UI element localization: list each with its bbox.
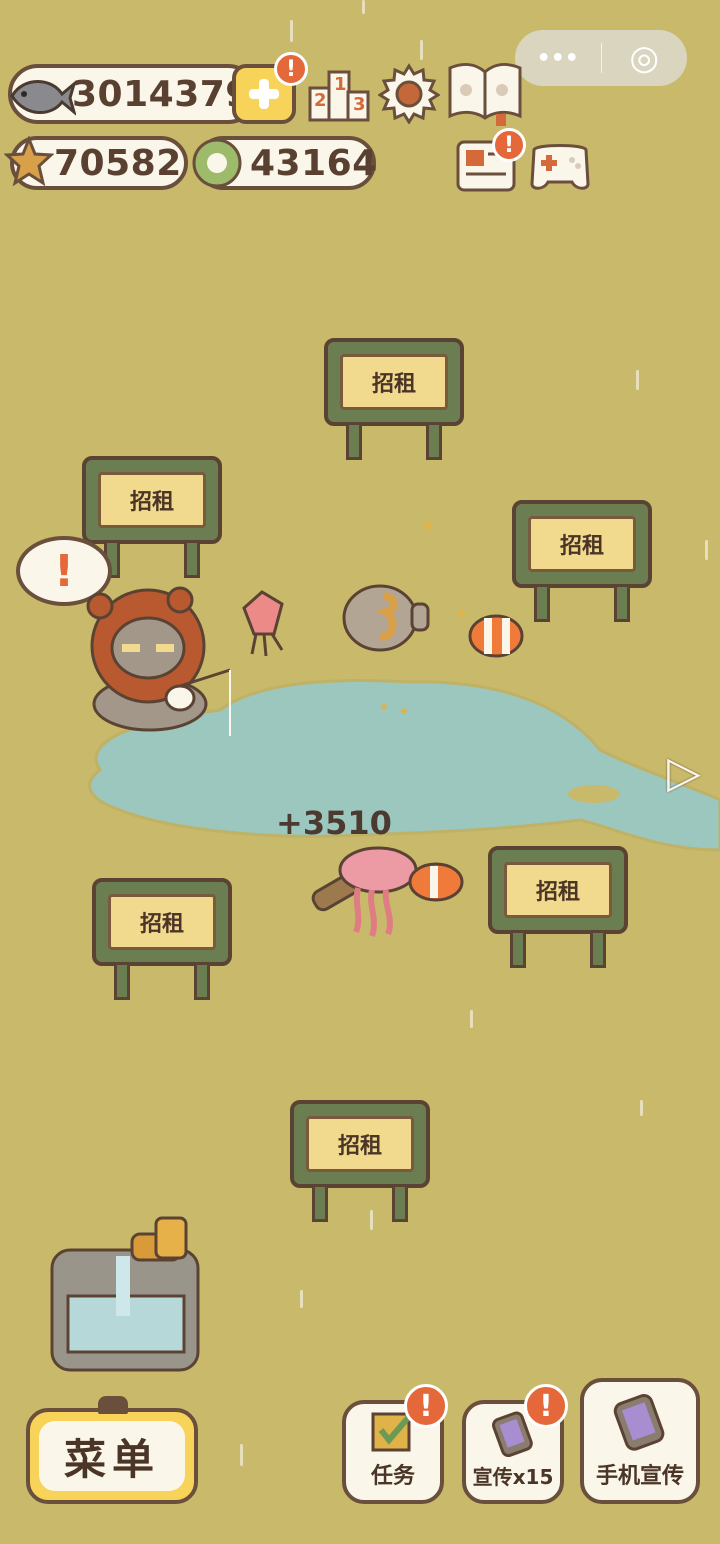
- sign-label: 招租: [98, 472, 206, 528]
- promote-alert-badge: !: [524, 1384, 568, 1428]
- sign-label: 招租: [108, 894, 216, 950]
- sign-leg: [614, 584, 630, 622]
- phone-promote-label: 手机宣传: [595, 1464, 684, 1489]
- rent-sign-1[interactable]: 招租: [324, 338, 464, 468]
- rent-sign-5[interactable]: 招租: [488, 846, 628, 976]
- phone-promo-icon: [613, 1394, 665, 1451]
- sign-leg: [590, 930, 606, 968]
- sign-leg: [346, 422, 362, 460]
- sparkle-icon: ✦: [454, 604, 470, 625]
- miniprogram-capsule: ••• ◎: [515, 30, 687, 86]
- jellyfish-catch: [311, 846, 464, 937]
- menu-button[interactable]: 菜单: [26, 1408, 198, 1504]
- rent-sign-4[interactable]: 招租: [92, 878, 232, 1008]
- plus-icon: [249, 79, 279, 109]
- rank-digit-1: 1: [334, 74, 347, 95]
- sign-label: 招租: [504, 862, 612, 918]
- coin-count: 43164: [250, 142, 378, 184]
- fish-icon: [10, 80, 76, 116]
- sparkle-icon: ✦: [398, 704, 410, 720]
- coin-icon: [192, 138, 242, 188]
- water-well[interactable]: [50, 1216, 200, 1376]
- sign-board: 招租: [290, 1100, 430, 1188]
- chevron-right-icon: ▷: [667, 746, 701, 798]
- fish-book-icon: [448, 63, 522, 126]
- clownfish-catch: [468, 614, 524, 658]
- rent-sign-3[interactable]: 招租: [512, 500, 652, 630]
- sign-board: 招租: [512, 500, 652, 588]
- star-count: 70582: [54, 142, 182, 184]
- capsule-divider: [600, 43, 602, 73]
- sparkle-icon: ✦: [378, 700, 390, 716]
- rank-digit-3: 3: [353, 94, 366, 115]
- sign-label: 招租: [340, 354, 448, 410]
- sign-leg: [534, 584, 550, 622]
- ranking-button[interactable]: 2 1 3: [306, 64, 372, 124]
- news-alert-badge: !: [492, 128, 526, 162]
- settings-button[interactable]: [377, 62, 441, 125]
- more-options-icon[interactable]: •••: [515, 46, 601, 71]
- fish-book-button[interactable]: [446, 60, 524, 126]
- tasks-label: 任务: [370, 1464, 415, 1489]
- minigame-button[interactable]: [528, 136, 592, 194]
- sign-board: 招租: [92, 878, 232, 966]
- clipboard-clip-icon: [98, 1396, 128, 1414]
- sign-label: 招租: [306, 1116, 414, 1172]
- add-alert-badge: !: [274, 52, 308, 86]
- seahorse-catch: [342, 584, 430, 652]
- sign-leg: [392, 1184, 408, 1222]
- next-area-arrow[interactable]: ▷: [662, 742, 706, 802]
- gamepad-icon: [530, 144, 590, 190]
- star-icon: [4, 136, 54, 187]
- sign-board: 招租: [82, 456, 222, 544]
- sign-board: 招租: [488, 846, 628, 934]
- sign-leg: [312, 1184, 328, 1222]
- menu-label: 菜单: [63, 1434, 160, 1484]
- sign-board: 招租: [324, 338, 464, 426]
- sign-leg: [194, 962, 210, 1000]
- tasks-alert-badge: !: [404, 1384, 448, 1428]
- squid-catch: [242, 590, 284, 657]
- promote-label: 宣传x15: [472, 1465, 554, 1489]
- rank-digit-2: 2: [314, 90, 327, 111]
- sign-leg: [114, 962, 130, 1000]
- menu-button-inner: 菜单: [39, 1421, 185, 1491]
- sign-label: 招租: [528, 516, 636, 572]
- sign-leg: [510, 930, 526, 968]
- gear-icon: [377, 63, 441, 125]
- rent-sign-6[interactable]: 招租: [290, 1100, 430, 1230]
- catch-gain-text: +3510: [276, 804, 392, 842]
- phone-promote-button[interactable]: 手机宣传: [580, 1378, 700, 1504]
- sign-leg: [426, 422, 442, 460]
- sign-leg: [184, 540, 200, 578]
- close-miniprogram-icon[interactable]: ◎: [602, 38, 688, 78]
- sparkle-icon: ✦: [420, 514, 437, 538]
- fishing-cat[interactable]: [70, 586, 250, 736]
